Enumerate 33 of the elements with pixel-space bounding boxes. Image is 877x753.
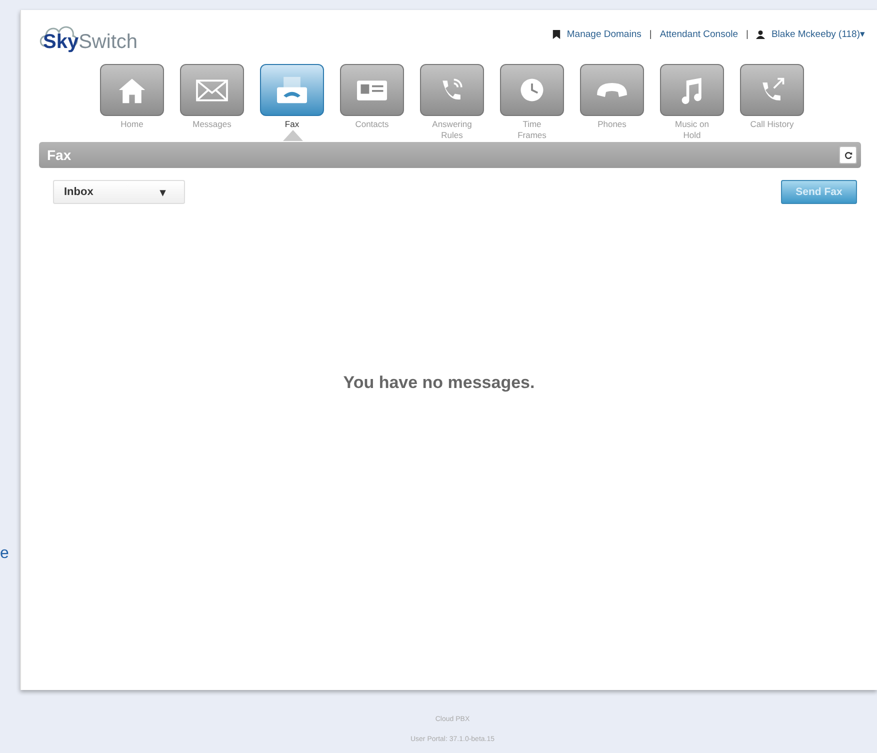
nav-label: Answering Rules	[431, 119, 473, 140]
nav-tab[interactable]	[740, 64, 804, 116]
nav-label: Home	[120, 119, 144, 130]
nav-tab[interactable]	[500, 64, 564, 116]
nav-label: Music on Hold	[674, 119, 710, 140]
nav-tab[interactable]	[260, 64, 324, 116]
cut-off-text: e	[0, 545, 9, 563]
folder-dropdown[interactable]: Inbox ▾	[53, 180, 185, 204]
nav-tab[interactable]	[580, 64, 644, 116]
nav-tab[interactable]	[180, 64, 244, 116]
nav-label: Contacts	[354, 119, 390, 130]
nav-label: Call History	[749, 119, 795, 130]
panel-title: Fax	[47, 147, 72, 164]
nav-tab[interactable]	[420, 64, 484, 116]
phones-icon	[597, 83, 627, 97]
logo: SkySwitch	[41, 26, 138, 54]
user-icon	[756, 30, 766, 38]
nav-tab[interactable]	[340, 64, 404, 116]
nav-tab[interactable]	[660, 64, 724, 116]
top-link[interactable]: Manage Domains	[566, 28, 642, 40]
empty-message: You have no messages.	[343, 373, 535, 394]
bookmark-icon	[552, 30, 561, 38]
refresh-icon	[844, 150, 852, 160]
nav-label: Phones	[596, 119, 628, 130]
nav-label: Fax	[284, 119, 300, 130]
nav-label: Time Frames	[516, 119, 548, 140]
nav-label: Messages	[192, 119, 232, 130]
separator: |	[746, 28, 748, 40]
top-link[interactable]: Attendant Console	[660, 28, 738, 40]
top-link[interactable]: Blake Mckeeby (118)▾	[771, 28, 865, 40]
separator: |	[649, 28, 652, 40]
nav-tab[interactable]	[100, 64, 164, 116]
refresh-button[interactable]	[839, 146, 857, 164]
